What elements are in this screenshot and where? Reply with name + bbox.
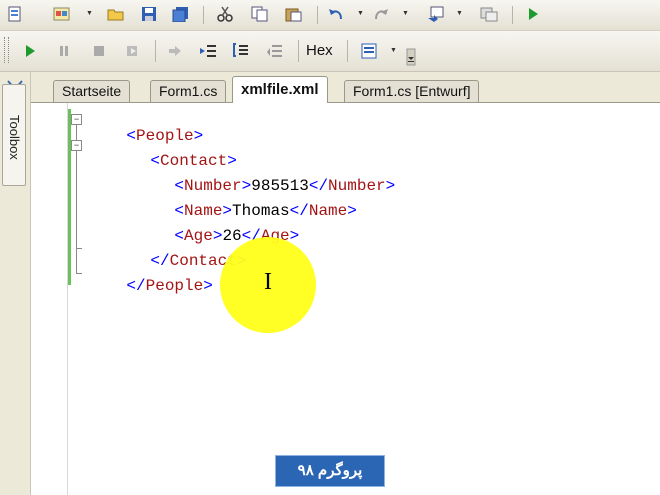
redo-dropdown-arrow[interactable]: ▼ xyxy=(402,10,409,17)
bracket: </ xyxy=(126,277,146,295)
copy-icon[interactable] xyxy=(251,5,269,23)
tab-startseite[interactable]: Startseite xyxy=(53,80,131,102)
cut-icon[interactable] xyxy=(216,5,234,23)
tab-xmlfile-xml[interactable]: xmlfile.xml xyxy=(232,76,328,103)
hex-toggle[interactable]: Hex xyxy=(306,42,333,59)
tab-form1-cs[interactable]: Form1.cs xyxy=(150,80,227,102)
tab-form1-cs-entwurf[interactable]: Form1.cs [Entwurf] xyxy=(344,80,480,102)
start-debug-icon[interactable] xyxy=(21,42,39,60)
tag-name: People xyxy=(145,277,204,295)
bracket: > xyxy=(347,202,357,220)
toolbar-separator xyxy=(512,6,513,24)
fold-line-contact xyxy=(76,151,77,248)
open-file-icon[interactable] xyxy=(107,5,125,23)
navigate-dropdown-arrow[interactable]: ▼ xyxy=(456,10,463,17)
code-line-7: </People> xyxy=(88,259,213,313)
add-item-icon[interactable] xyxy=(53,5,71,23)
step-icon[interactable] xyxy=(480,5,498,23)
save-icon[interactable] xyxy=(140,5,158,23)
start-icon[interactable] xyxy=(524,5,542,23)
step-out-icon[interactable] xyxy=(266,42,284,60)
indicator-margin xyxy=(31,103,68,495)
toolbar-separator xyxy=(317,6,318,24)
toolbar-grip[interactable] xyxy=(4,37,9,63)
debug-toolbar: Hex ▼ xyxy=(0,31,660,72)
pause-icon[interactable] xyxy=(55,42,73,60)
bracket: > xyxy=(203,277,213,295)
toolbox-label: Toolbox xyxy=(7,115,22,160)
toolbar-separator xyxy=(155,40,156,62)
change-indicator-bar xyxy=(68,109,71,285)
fold-end-contact xyxy=(76,248,82,249)
toolbar-options-icon[interactable] xyxy=(405,47,417,67)
text-cursor-icon: I xyxy=(264,269,272,295)
fold-end-people xyxy=(76,273,82,274)
tag-name: Name xyxy=(308,202,348,220)
step-into-icon[interactable] xyxy=(199,42,217,60)
fold-toggle-people[interactable]: − xyxy=(71,114,82,125)
stop-icon[interactable] xyxy=(90,42,108,60)
xml-editor[interactable]: − − <People> <Contact> <Number>985513</N… xyxy=(31,103,660,495)
toolbox-tab[interactable]: Toolbox xyxy=(2,84,26,186)
add-item-dropdown-arrow[interactable]: ▼ xyxy=(86,10,93,17)
bracket: > xyxy=(385,177,396,195)
format-icon[interactable] xyxy=(360,42,378,60)
fold-toggle-contact[interactable]: − xyxy=(71,140,82,151)
navigate-icon[interactable] xyxy=(427,5,445,23)
undo-dropdown-arrow[interactable]: ▼ xyxy=(357,10,364,17)
paste-icon[interactable] xyxy=(285,5,303,23)
redo-icon[interactable] xyxy=(373,5,391,23)
restart-icon[interactable] xyxy=(124,42,142,60)
toolbar-separator xyxy=(203,6,204,24)
watermark-logo: پروگرم ۹۸ xyxy=(275,455,385,487)
document-tabs: Startseite Form1.cs xmlfile.xml Form1.cs… xyxy=(31,72,660,103)
toolbox-strip: Toolbox xyxy=(0,72,31,495)
standard-toolbar: ▼ ▼ ▼ ▼ xyxy=(0,0,660,31)
undo-icon[interactable] xyxy=(327,5,345,23)
new-project-icon[interactable] xyxy=(6,5,24,23)
save-all-icon[interactable] xyxy=(172,5,190,23)
show-next-statement-icon[interactable] xyxy=(166,42,184,60)
toolbar-separator xyxy=(347,40,348,62)
format-dropdown-arrow[interactable]: ▼ xyxy=(390,47,397,54)
step-over-icon[interactable] xyxy=(232,41,250,59)
toolbar-separator xyxy=(298,40,299,62)
